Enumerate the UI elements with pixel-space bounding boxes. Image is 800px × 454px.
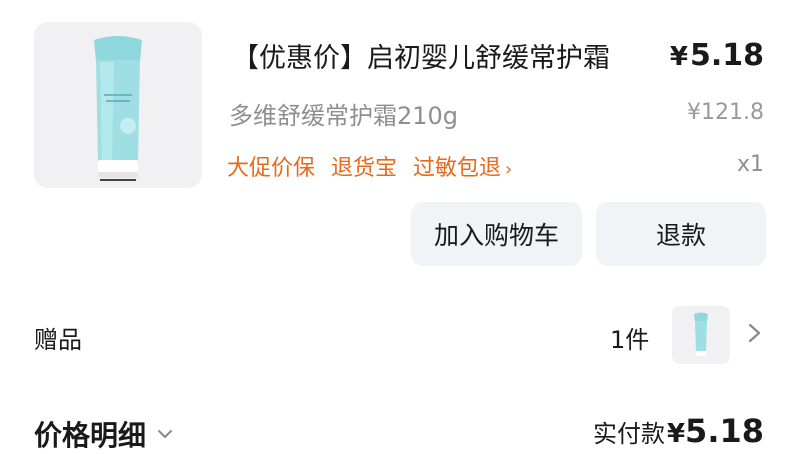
- gift-tube-image: [672, 306, 730, 364]
- product-price: ¥5.18: [670, 38, 764, 73]
- tag-return-insurance: 退货宝: [331, 156, 398, 181]
- gift-count: 1件: [610, 326, 650, 354]
- paid-amount: 5.18: [685, 412, 764, 450]
- tag-allergy-refund: 过敏包退 ›: [413, 156, 513, 181]
- refund-button[interactable]: 退款: [596, 202, 766, 266]
- price-detail-label: 价格明细: [34, 419, 147, 452]
- gift-label: 赠品: [34, 326, 82, 354]
- price-value: 5.18: [689, 38, 764, 73]
- tag-price-protection: 大促价保: [227, 156, 316, 181]
- chevron-right-icon: ›: [505, 159, 513, 180]
- original-price: ¥121.8: [687, 100, 764, 125]
- paid-currency: ¥: [666, 419, 686, 449]
- price-currency: ¥: [669, 42, 688, 72]
- product-title[interactable]: 【优惠价】启初婴儿舒缓常护霜: [232, 36, 610, 75]
- paid-amount-group: 实付款 ¥ 5.18: [593, 412, 764, 450]
- product-quantity: x1: [736, 152, 764, 177]
- chevron-right-icon[interactable]: [740, 318, 768, 348]
- product-spec: 多维舒缓常护霜210g: [229, 102, 459, 130]
- price-detail-toggle[interactable]: 价格明细: [34, 414, 176, 454]
- service-tags[interactable]: 大促价保 退货宝 过敏包退 ›: [227, 150, 512, 182]
- paid-label: 实付款: [592, 420, 665, 448]
- gift-thumbnail[interactable]: [672, 306, 730, 364]
- product-thumbnail[interactable]: [34, 22, 202, 188]
- product-tube-image: [34, 22, 202, 188]
- chevron-down-icon: [158, 430, 173, 438]
- add-to-cart-button[interactable]: 加入购物车: [411, 202, 582, 266]
